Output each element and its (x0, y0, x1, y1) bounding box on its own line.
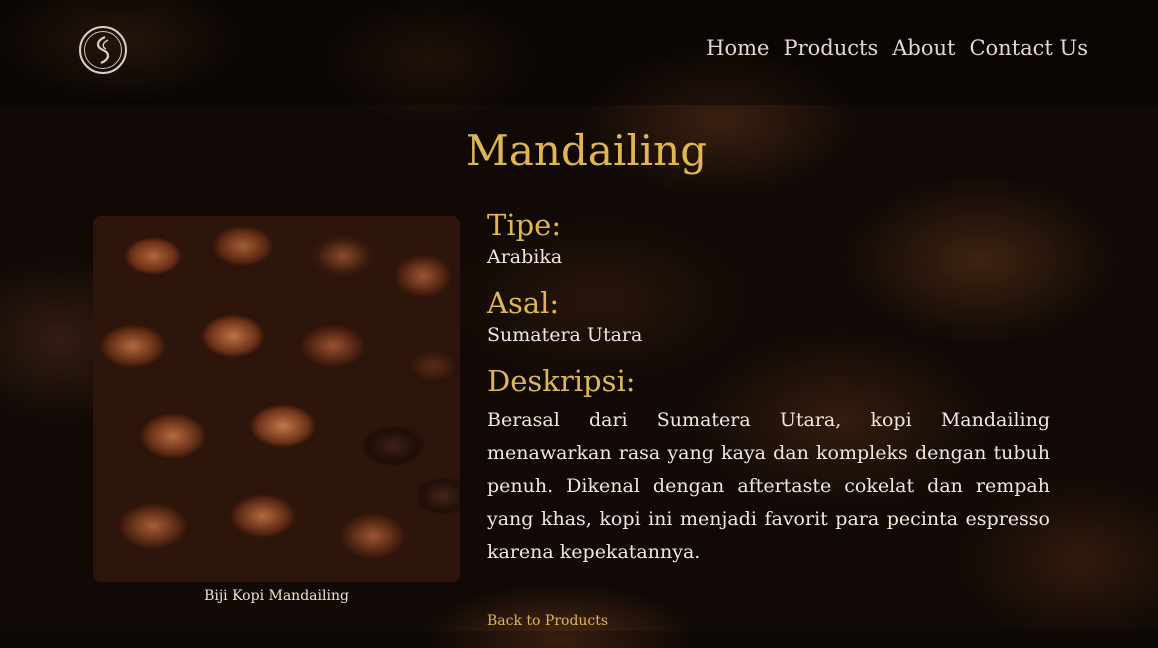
navbar: Home Products About Contact Us (0, 0, 1158, 105)
image-caption: Biji Kopi Mandailing (204, 588, 349, 604)
description-label: Deskripsi: (487, 364, 636, 398)
nav-contact-us-link[interactable]: Contact Us (969, 36, 1088, 60)
back-to-products-link[interactable]: Back to Products (487, 613, 608, 629)
footer-bar (0, 631, 1158, 648)
type-label: Tipe: (487, 208, 562, 242)
product-details: Tipe: Arabika Asal: Sumatera Utara Deskr… (487, 206, 1050, 569)
type-value: Arabika (487, 246, 563, 268)
nav-home-link[interactable]: Home (706, 36, 769, 60)
origin-label: Asal: (487, 286, 560, 320)
main-nav: Home Products About Contact Us (706, 36, 1088, 60)
nav-products-link[interactable]: Products (783, 36, 878, 60)
nav-about-link[interactable]: About (892, 36, 955, 60)
description-text: Berasal dari Sumatera Utara, kopi Mandai… (487, 409, 1050, 563)
origin-value: Sumatera Utara (487, 324, 643, 346)
coffee-beans-image (93, 216, 460, 582)
coffee-bean-logo-icon[interactable] (79, 26, 127, 74)
product-title: Mandailing (465, 126, 708, 175)
